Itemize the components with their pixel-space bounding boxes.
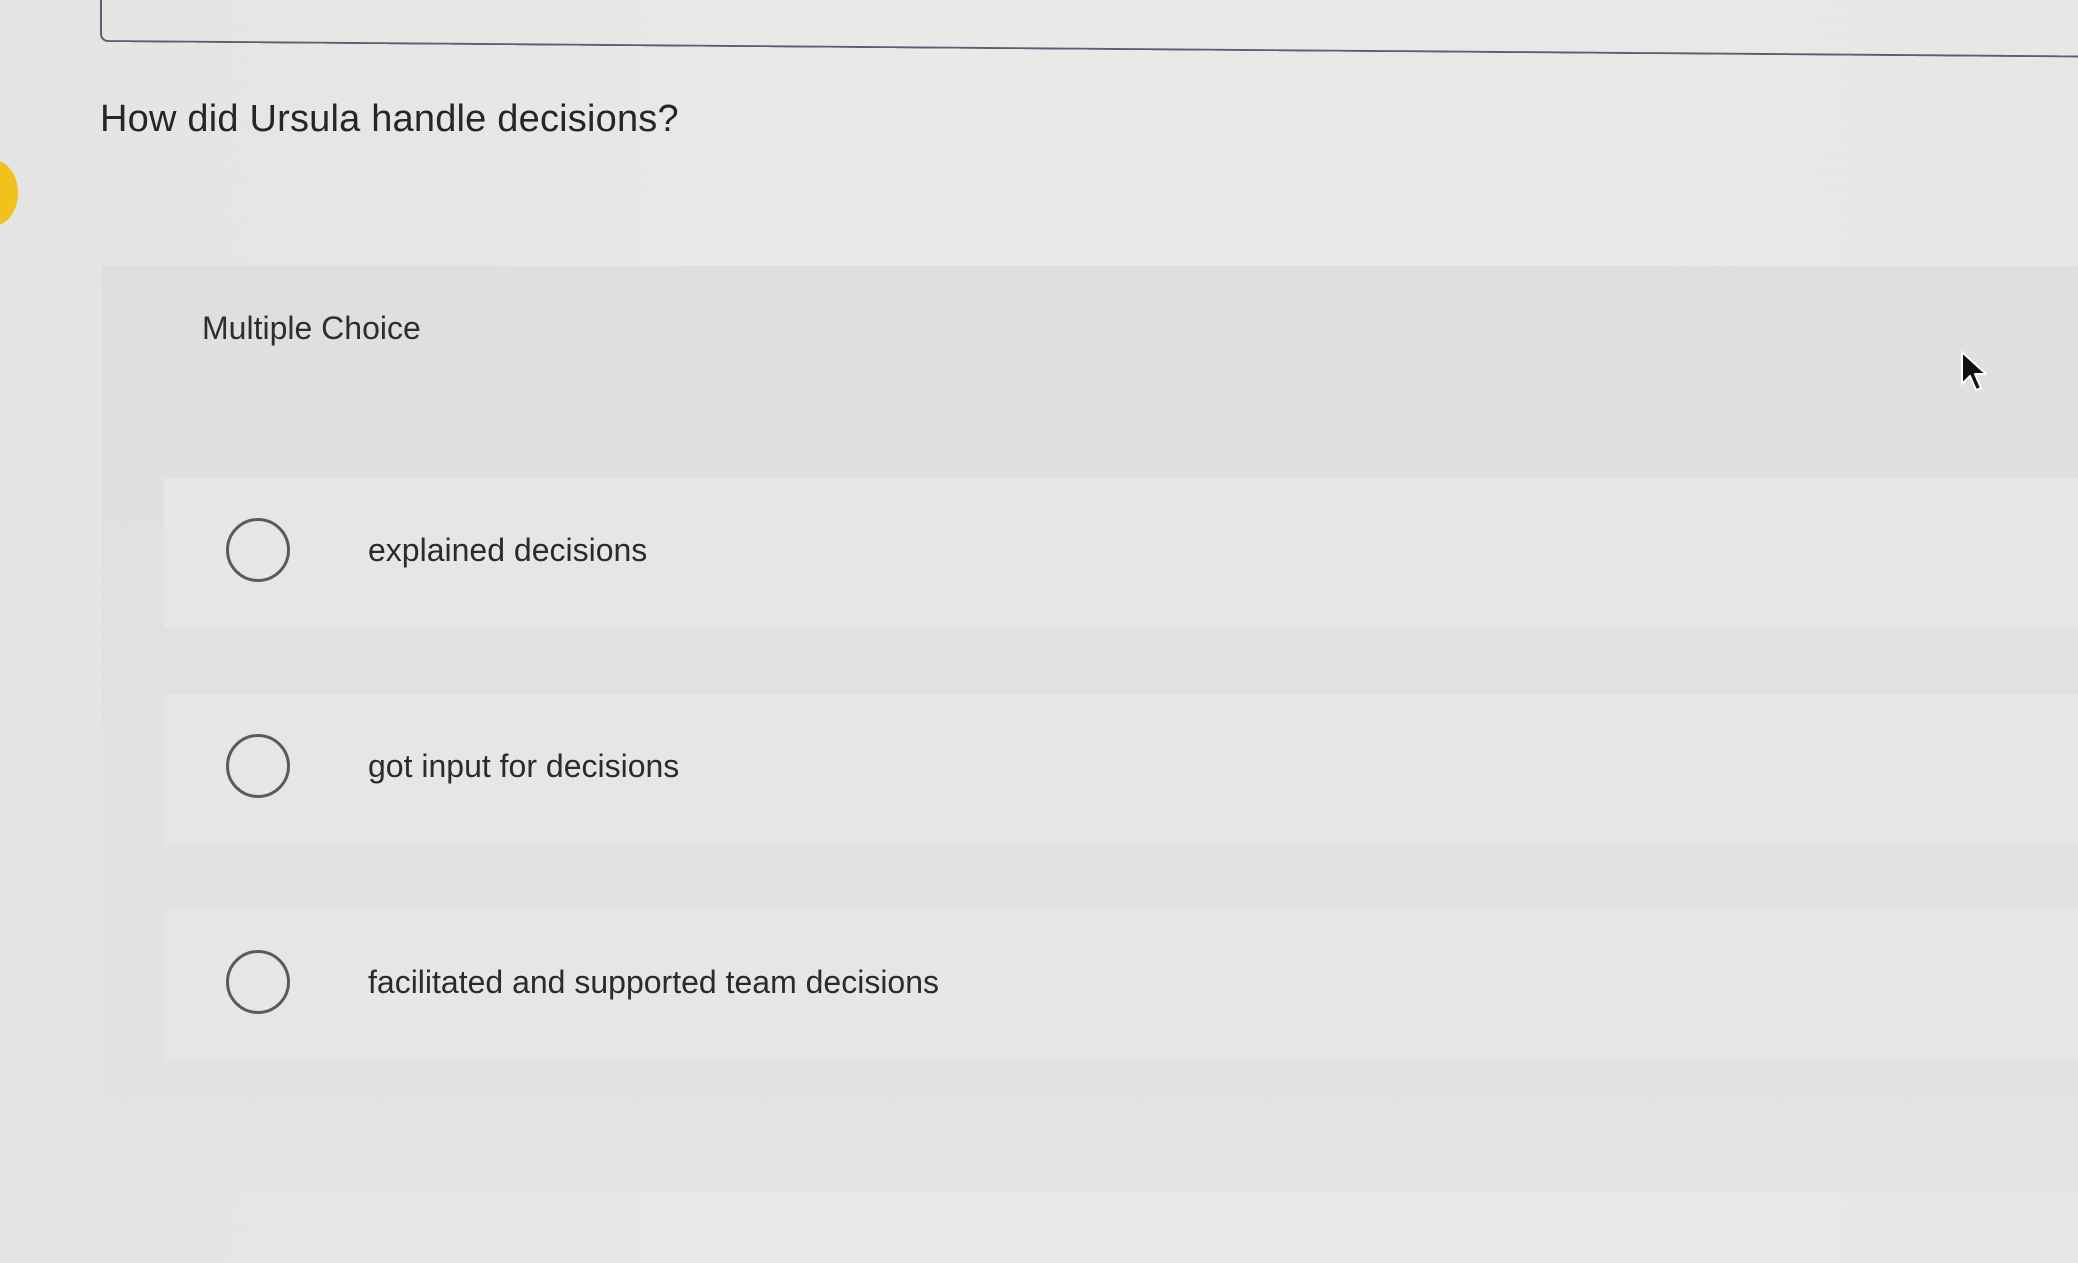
radio-button[interactable] bbox=[226, 518, 290, 582]
option-label: explained decisions bbox=[368, 532, 648, 568]
radio-button[interactable] bbox=[226, 734, 290, 798]
radio-button[interactable] bbox=[226, 950, 290, 1014]
question-text: How did Ursula handle decisions? bbox=[100, 98, 679, 140]
previous-question-box bbox=[100, 0, 2078, 59]
question-type-label: Multiple Choice bbox=[202, 310, 421, 346]
answer-panel: Multiple Choice explained decisions got … bbox=[102, 266, 2078, 1192]
answer-option-2[interactable]: got input for decisions bbox=[164, 694, 2078, 844]
question-marker-icon bbox=[0, 160, 18, 226]
mouse-pointer-icon bbox=[1961, 351, 1987, 391]
answer-option-3[interactable]: facilitated and supported team decisions bbox=[164, 910, 2078, 1060]
option-label: got input for decisions bbox=[368, 748, 680, 784]
answer-option-1[interactable]: explained decisions bbox=[164, 478, 2078, 628]
option-label: facilitated and supported team decisions bbox=[368, 964, 940, 1000]
